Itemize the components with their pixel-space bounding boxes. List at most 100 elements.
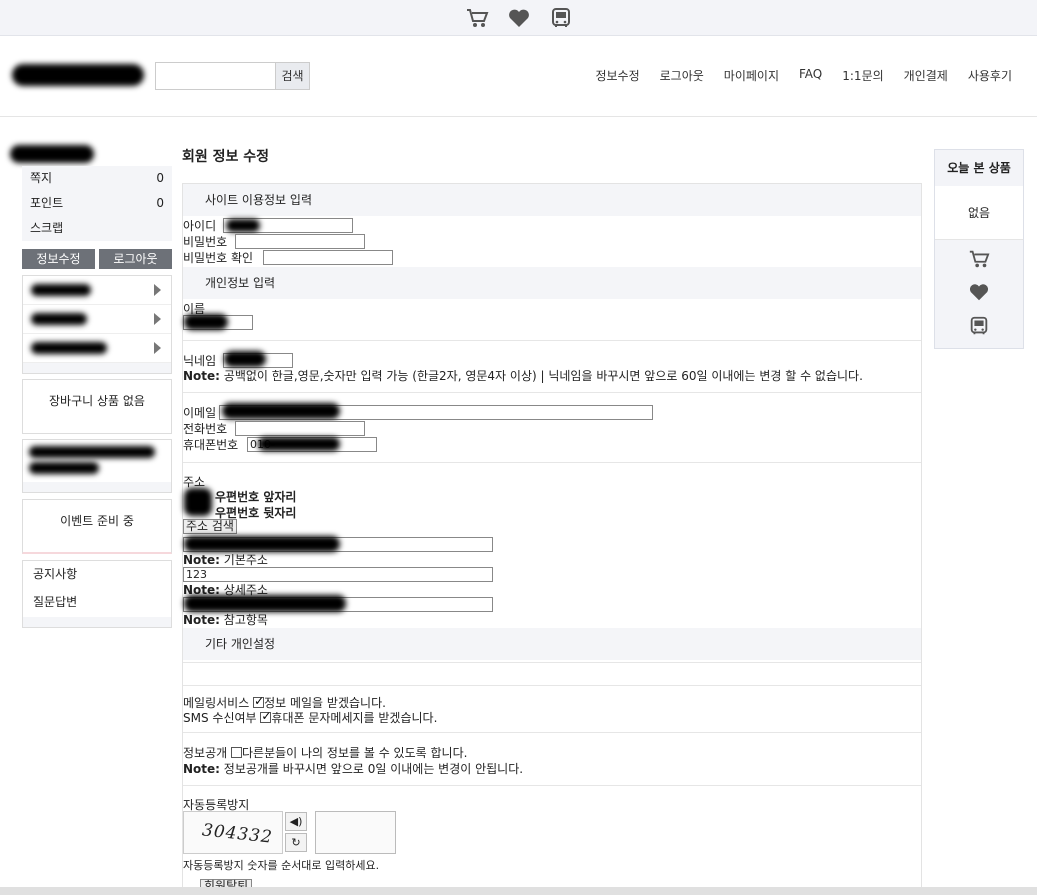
address-basic-note: Note: 기본주소 bbox=[183, 551, 268, 568]
note-text: 정보공개를 바꾸시면 앞으로 0일 이내에는 변경이 안됩니다. bbox=[219, 762, 524, 776]
cart-box: 장바구니 상품 없음 bbox=[22, 379, 172, 434]
chevron-right-icon bbox=[154, 342, 161, 354]
edit-info-button[interactable]: 정보수정 bbox=[22, 249, 95, 269]
heart-icon[interactable] bbox=[507, 6, 531, 30]
divider bbox=[183, 685, 921, 686]
bus-icon[interactable] bbox=[549, 6, 573, 30]
address-ref-value bbox=[184, 595, 346, 612]
stat-scrap[interactable]: 스크랩 bbox=[22, 216, 172, 241]
site-logo[interactable] bbox=[12, 64, 144, 86]
user-nickname bbox=[10, 145, 94, 163]
nav-edit-profile[interactable]: 정보수정 bbox=[595, 67, 639, 84]
phone-field[interactable] bbox=[235, 421, 365, 436]
id-label: 아이디 bbox=[183, 219, 217, 233]
note-bold: Note: bbox=[183, 762, 220, 776]
id-value bbox=[226, 219, 260, 232]
captcha-audio-button[interactable]: ◀) bbox=[285, 812, 307, 831]
search-input[interactable] bbox=[155, 62, 276, 90]
divider bbox=[183, 662, 921, 663]
category-menu bbox=[22, 275, 172, 374]
stat-value: 0 bbox=[156, 196, 164, 210]
captcha-text: 304332 bbox=[201, 820, 274, 848]
latest-text bbox=[29, 446, 155, 458]
zip1-label: 우편번호 앞자리 bbox=[215, 490, 297, 504]
divider bbox=[183, 785, 921, 786]
address-basic-value bbox=[184, 536, 340, 552]
stat-point[interactable]: 포인트 0 bbox=[22, 191, 172, 216]
sms-checkbox[interactable] bbox=[260, 709, 271, 723]
stat-memo[interactable]: 쪽지 0 bbox=[22, 166, 172, 191]
cart-icon[interactable] bbox=[968, 248, 990, 273]
divider bbox=[183, 462, 921, 463]
chevron-right-icon bbox=[154, 284, 161, 296]
captcha-reload-button[interactable]: ↻ bbox=[285, 833, 307, 852]
speaker-icon: ◀) bbox=[289, 815, 303, 828]
open-checkbox[interactable] bbox=[231, 747, 242, 758]
password-label: 비밀번호 bbox=[183, 235, 228, 249]
recent-view-empty: 없음 bbox=[935, 186, 1023, 240]
stat-label: 스크랩 bbox=[30, 221, 64, 235]
nav-mypage[interactable]: 마이페이지 bbox=[724, 67, 779, 84]
event-text: 이벤트 준비 중 bbox=[60, 514, 134, 528]
mailing-text: 정보 메일을 받겠습니다. bbox=[264, 696, 386, 710]
top-nav: 정보수정 로그아웃 마이페이지 FAQ 1:1문의 개인결제 사용후기 bbox=[595, 67, 1012, 84]
mailing-checkbox[interactable] bbox=[253, 694, 264, 708]
mobile-label: 휴대폰번호 bbox=[183, 438, 239, 452]
captcha-hint: 자동등록방지 숫자를 순서대로 입력하세요. bbox=[183, 859, 380, 872]
captcha-image: 304332 bbox=[183, 811, 283, 854]
open-text: 다른분들이 나의 정보를 볼 수 있도록 합니다. bbox=[242, 746, 468, 760]
address-detail-field[interactable]: 123 bbox=[183, 567, 493, 582]
board-link-notice[interactable]: 공지사항 bbox=[23, 561, 171, 589]
event-box: 이벤트 준비 중 bbox=[22, 499, 172, 554]
nav-personal-pay[interactable]: 개인결제 bbox=[904, 67, 948, 84]
stat-label: 쪽지 bbox=[30, 171, 53, 185]
nav-reviews[interactable]: 사용후기 bbox=[968, 67, 1012, 84]
latest-item[interactable] bbox=[23, 440, 171, 482]
note-bold: Note: bbox=[183, 613, 220, 627]
logout-button[interactable]: 로그아웃 bbox=[99, 249, 172, 269]
search-button[interactable]: 검색 bbox=[275, 62, 310, 90]
recent-view-icons bbox=[935, 240, 1023, 348]
board-links: 공지사항 질문답변 bbox=[22, 560, 172, 628]
chevron-right-icon bbox=[154, 313, 161, 325]
horizontal-scrollbar[interactable] bbox=[0, 887, 1037, 895]
board-link-qa[interactable]: 질문답변 bbox=[23, 589, 171, 617]
sms-label: SMS 수신여부 bbox=[183, 711, 257, 725]
cart-empty-text: 장바구니 상품 없음 bbox=[49, 394, 145, 408]
refresh-icon: ↻ bbox=[291, 836, 301, 849]
cart-icon[interactable] bbox=[465, 6, 489, 30]
divider bbox=[183, 340, 921, 341]
nav-qa[interactable]: 1:1문의 bbox=[842, 67, 883, 84]
category-label bbox=[31, 284, 91, 296]
captcha-input[interactable] bbox=[315, 811, 396, 854]
heart-icon[interactable] bbox=[968, 281, 990, 306]
mailing-label: 메일링서비스 bbox=[183, 696, 250, 710]
note-bold: Note: bbox=[183, 369, 220, 383]
nav-faq[interactable]: FAQ bbox=[799, 67, 822, 84]
category-item[interactable] bbox=[23, 276, 171, 305]
note-text: 기본주소 bbox=[219, 553, 268, 567]
email-value bbox=[222, 403, 340, 419]
nav-logout[interactable]: 로그아웃 bbox=[660, 67, 704, 84]
section-personal-info: 개인정보 입력 bbox=[183, 267, 921, 299]
category-item[interactable] bbox=[23, 305, 171, 334]
email-label: 이메일 bbox=[183, 406, 217, 420]
sms-text: 휴대폰 문자메세지를 받겠습니다. bbox=[271, 711, 438, 725]
category-item[interactable] bbox=[23, 334, 171, 363]
open-label: 정보공개 bbox=[183, 746, 228, 760]
recent-view-panel: 오늘 본 상품 없음 bbox=[934, 149, 1024, 349]
bus-icon[interactable] bbox=[968, 315, 990, 340]
section-other-settings: 기타 개인설정 bbox=[183, 628, 921, 660]
zip-values bbox=[184, 488, 212, 516]
nickname-value bbox=[224, 351, 266, 367]
site-header: 검색 정보수정 로그아웃 마이페이지 FAQ 1:1문의 개인결제 사용후기 bbox=[0, 36, 1037, 117]
sidebar-buttons: 정보수정 로그아웃 bbox=[22, 249, 172, 269]
address-search-button[interactable]: 주소 검색 bbox=[183, 519, 237, 534]
top-quick-bar bbox=[0, 0, 1037, 36]
nickname-note: Note: 공백없이 한글,영문,숫자만 입력 가능 (한글2자, 영문4자 이… bbox=[183, 367, 863, 384]
password-field[interactable] bbox=[235, 234, 365, 249]
category-label bbox=[31, 313, 87, 325]
password-confirm-label: 비밀번호 확인 bbox=[183, 251, 254, 265]
password-confirm-field[interactable] bbox=[263, 250, 393, 265]
divider bbox=[183, 732, 921, 733]
